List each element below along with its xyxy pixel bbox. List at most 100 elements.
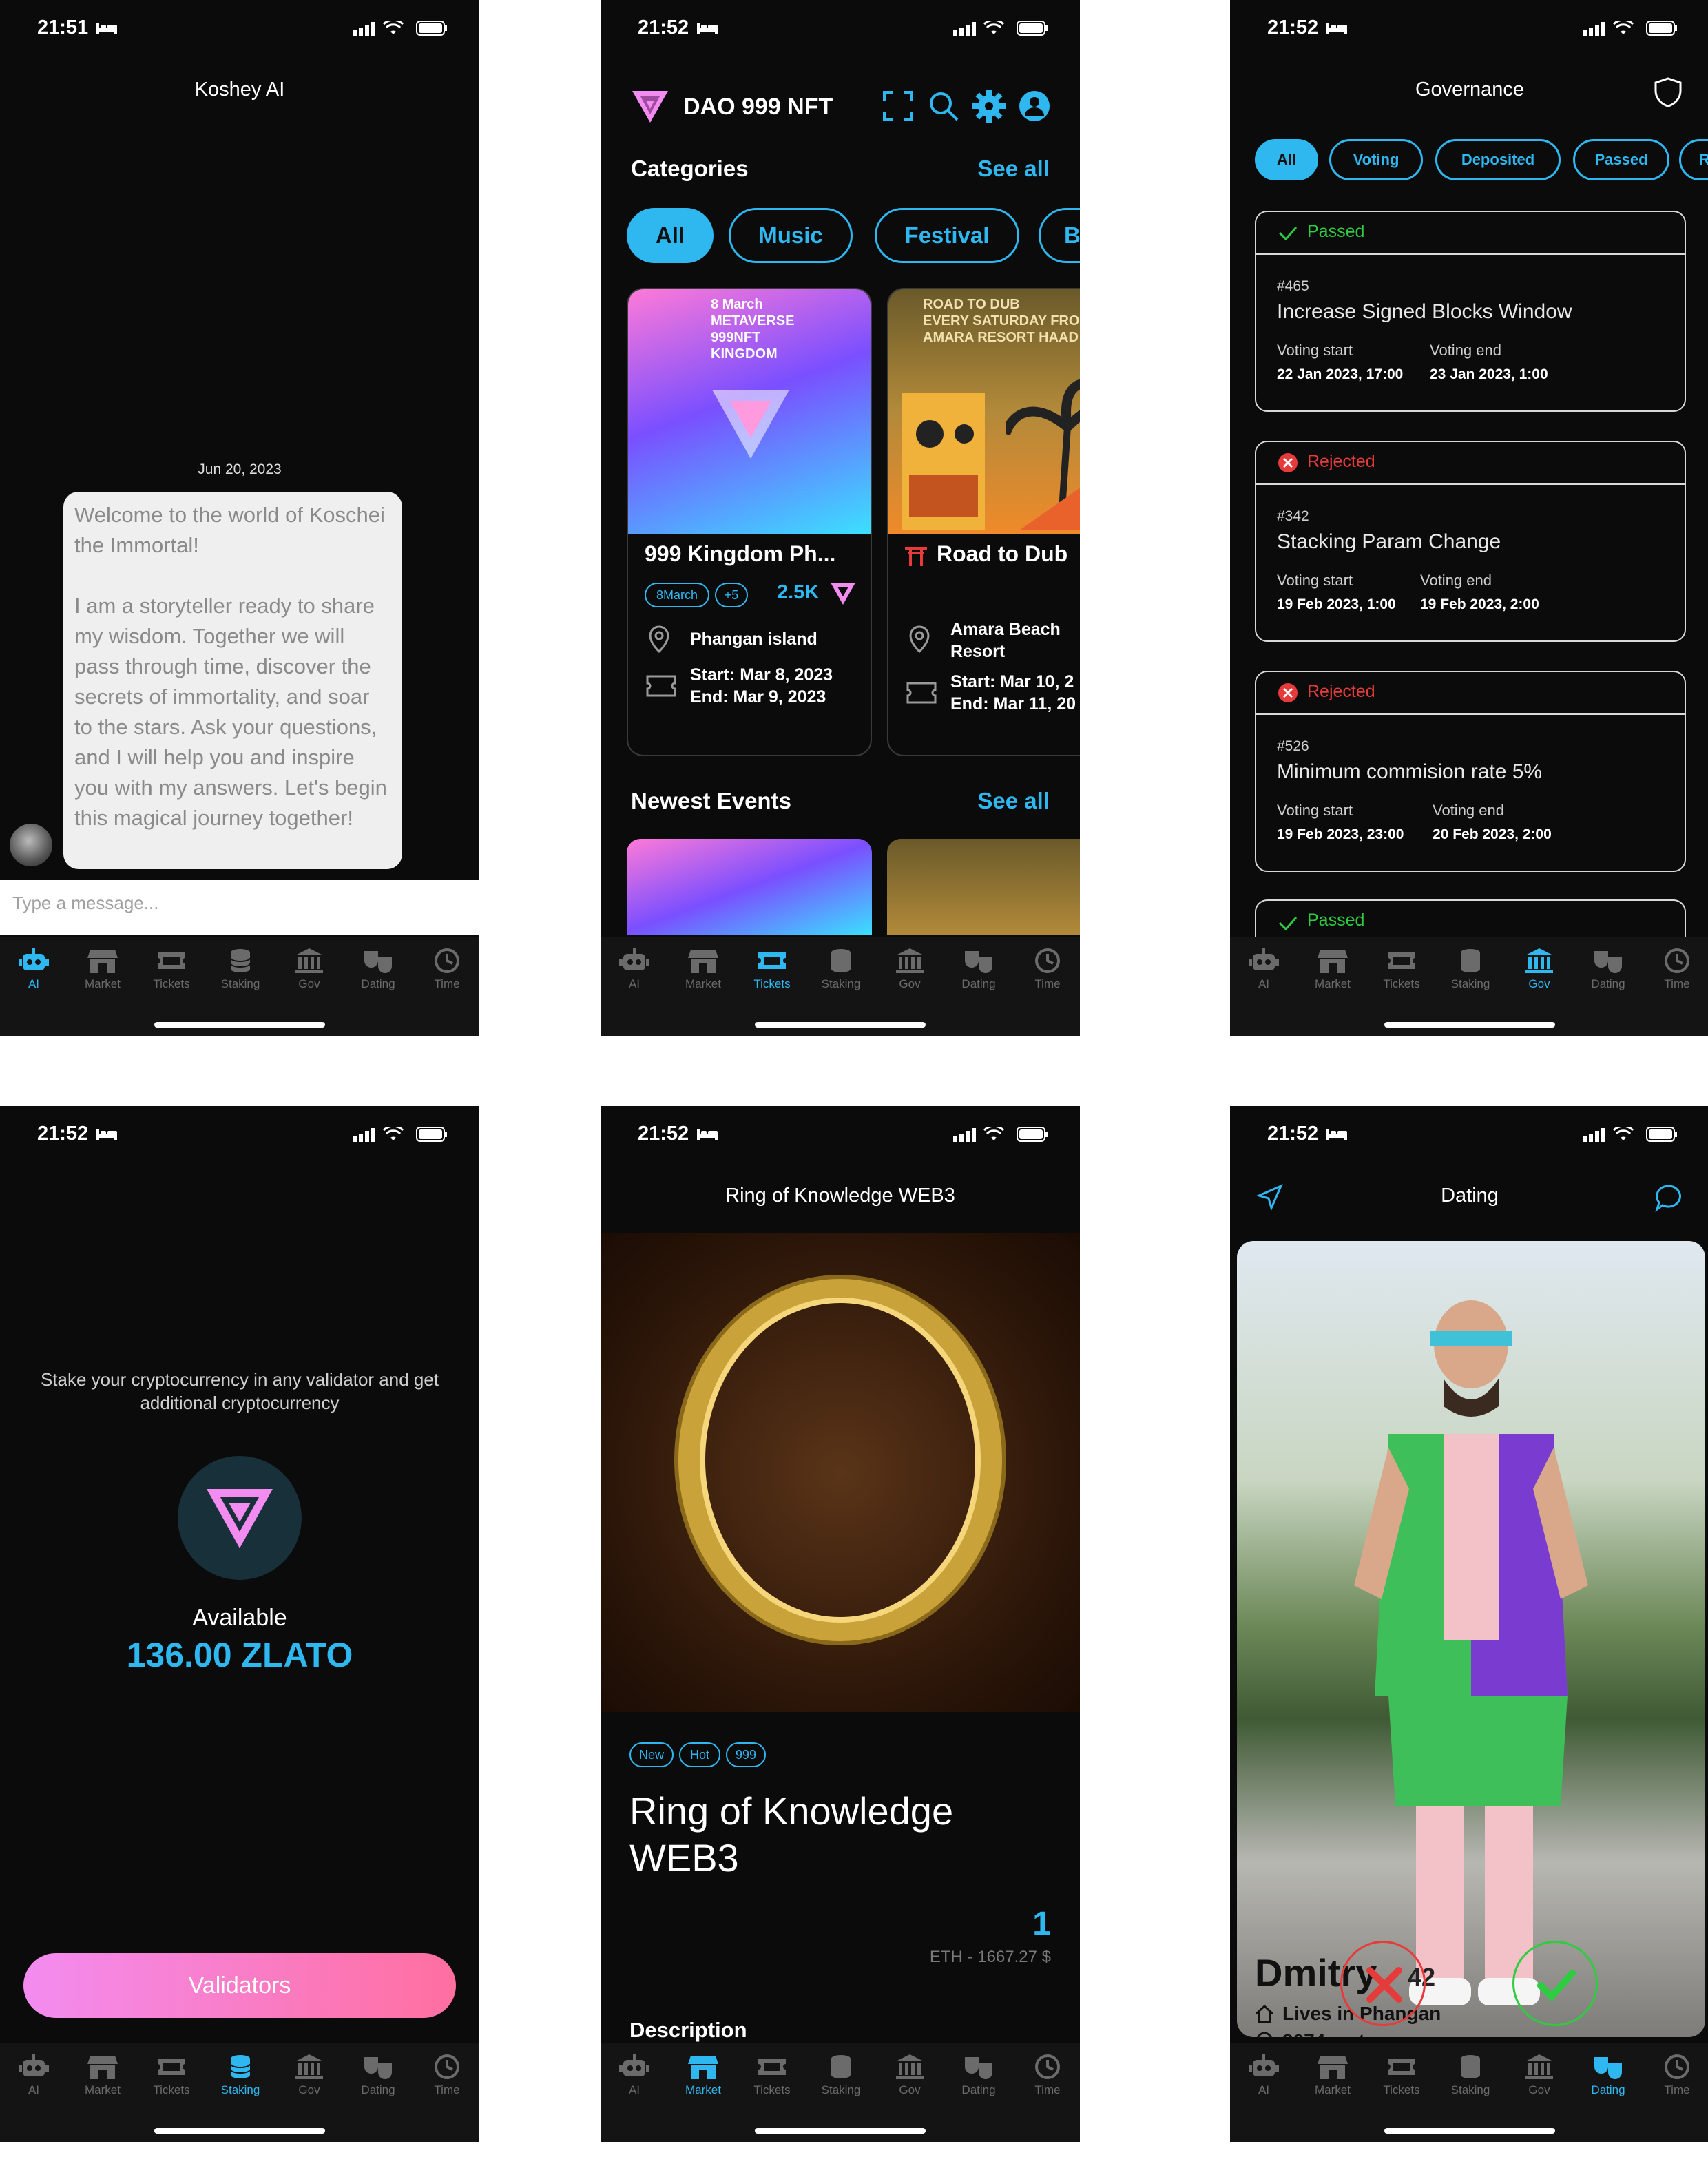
tab-gov[interactable]: Gov <box>278 2053 340 2097</box>
scan-icon[interactable] <box>882 90 915 123</box>
categories-see-all[interactable]: See all <box>977 156 1050 182</box>
tab-ai[interactable]: AI <box>3 2053 65 2097</box>
profile-photo[interactable]: Dmitry 42 Lives in Phangan 3074 meters a… <box>1237 1241 1705 2037</box>
location-pin-icon <box>1257 2032 1272 2037</box>
search-icon[interactable] <box>927 90 960 123</box>
proposal-status: Rejected <box>1307 682 1375 701</box>
sleep-mode-icon <box>96 23 117 34</box>
poster-text: ROAD TO DUB EVERY SATURDAY FROM 17 AMARA… <box>923 297 1080 345</box>
tab-market[interactable]: Market <box>672 2053 734 2097</box>
proposal-card[interactable]: Passed <box>1255 899 1686 941</box>
proposal-card[interactable]: Rejected #526 Minimum commision rate 5% … <box>1255 671 1686 872</box>
proposal-card[interactable]: Rejected #342 Stacking Param Change Voti… <box>1255 441 1686 642</box>
tab-tickets[interactable]: Tickets <box>140 2053 202 2097</box>
category-chip[interactable]: Music <box>729 208 853 263</box>
ticket-icon <box>758 2059 786 2075</box>
newest-event-poster[interactable] <box>627 839 872 935</box>
tab-staking[interactable]: Staking <box>810 2053 872 2097</box>
tab-staking[interactable]: Staking <box>1439 947 1501 991</box>
newest-event-poster[interactable] <box>887 839 1080 935</box>
tab-time[interactable]: Time <box>1017 947 1079 991</box>
tab-time[interactable]: Time <box>416 2053 478 2097</box>
tab-staking[interactable]: Staking <box>810 947 872 991</box>
tab-bar: AI Market Tickets Staking Gov Dating Tim… <box>1230 937 1708 1036</box>
tab-tickets[interactable]: Tickets <box>140 947 202 991</box>
tab-dating[interactable]: Dating <box>347 2053 409 2097</box>
like-button[interactable] <box>1512 1941 1598 2026</box>
filter-chip[interactable]: All <box>1255 139 1318 180</box>
profile-icon[interactable] <box>1018 90 1051 123</box>
tab-dating[interactable]: Dating <box>1577 947 1639 991</box>
tab-ai[interactable]: AI <box>3 947 65 991</box>
tab-tickets[interactable]: Tickets <box>1371 2053 1433 2097</box>
tab-gov[interactable]: Gov <box>879 2053 941 2097</box>
tab-market[interactable]: Market <box>1302 2053 1364 2097</box>
tab-staking[interactable]: Staking <box>209 2053 271 2097</box>
newest-see-all[interactable]: See all <box>977 788 1050 814</box>
sleep-mode-icon <box>697 23 718 34</box>
category-chip[interactable]: All <box>627 208 714 263</box>
tab-market[interactable]: Market <box>672 947 734 991</box>
tab-label: Market <box>85 977 121 990</box>
event-location: Amara Beach Resort <box>950 620 1061 661</box>
tab-tickets[interactable]: Tickets <box>741 947 803 991</box>
tab-time[interactable]: Time <box>1646 947 1708 991</box>
close-icon <box>1366 1967 1402 2003</box>
tab-ai[interactable]: AI <box>1233 2053 1295 2097</box>
tab-gov[interactable]: Gov <box>278 947 340 991</box>
bank-icon <box>1525 2054 1553 2079</box>
tab-label: Dating <box>1591 977 1625 990</box>
chat-bubble-icon[interactable] <box>1654 1183 1683 1212</box>
voting-end-label: Voting end <box>1430 342 1501 359</box>
wifi-icon <box>983 1127 1004 1140</box>
tab-label: AI <box>628 2083 640 2096</box>
tab-staking[interactable]: Staking <box>1439 2053 1501 2097</box>
tab-label: Tickets <box>153 2083 190 2096</box>
message-input[interactable]: Type a message... <box>0 880 479 935</box>
person-photo-icon <box>1354 1300 1588 2005</box>
tab-tickets[interactable]: Tickets <box>1371 947 1433 991</box>
tab-time[interactable]: Time <box>1017 2053 1079 2097</box>
tab-label: Market <box>1315 977 1351 990</box>
tab-market[interactable]: Market <box>72 947 134 991</box>
event-card[interactable]: 8 March METAVERSE 999NFT KINGDOM 999 Kin… <box>627 288 872 756</box>
dislike-button[interactable] <box>1340 1941 1426 2026</box>
robot-icon <box>619 2054 649 2076</box>
category-chip[interactable]: B <box>1039 208 1080 263</box>
tab-dating[interactable]: Dating <box>948 2053 1010 2097</box>
tab-ai[interactable]: AI <box>1233 947 1295 991</box>
filter-chip[interactable]: R <box>1679 139 1708 180</box>
tab-gov[interactable]: Gov <box>1508 2053 1570 2097</box>
clock-icon <box>435 2054 459 2079</box>
screen-market: 21:52 Ring of Knowledge WEB3 New Hot 999… <box>601 1106 1080 2142</box>
page-title: Governance <box>1415 79 1524 101</box>
tab-market[interactable]: Market <box>1302 947 1364 991</box>
filter-chip[interactable]: Passed <box>1573 139 1669 180</box>
tab-ai[interactable]: AI <box>603 2053 665 2097</box>
validators-button[interactable]: Validators <box>23 1953 456 2018</box>
tab-tickets[interactable]: Tickets <box>741 2053 803 2097</box>
tab-time[interactable]: Time <box>416 947 478 991</box>
tab-market[interactable]: Market <box>72 2053 134 2097</box>
tab-gov[interactable]: Gov <box>879 947 941 991</box>
gear-icon[interactable] <box>972 90 1006 123</box>
tab-time[interactable]: Time <box>1646 2053 1708 2097</box>
bank-icon <box>295 2054 323 2079</box>
tab-dating[interactable]: Dating <box>347 947 409 991</box>
filter-chip[interactable]: Voting <box>1329 139 1423 180</box>
event-card[interactable]: ROAD TO DUB EVERY SATURDAY FROM 17 AMARA… <box>887 288 1080 756</box>
tab-staking[interactable]: Staking <box>209 947 271 991</box>
ticket-icon <box>1388 952 1415 969</box>
tab-ai[interactable]: AI <box>603 947 665 991</box>
tab-dating[interactable]: Dating <box>948 947 1010 991</box>
tab-gov[interactable]: Gov <box>1508 947 1570 991</box>
tab-dating[interactable]: Dating <box>1577 2053 1639 2097</box>
ticket-icon <box>158 2059 185 2075</box>
brand-name: DAO 999 NFT <box>683 94 833 120</box>
category-chip[interactable]: Festival <box>875 208 1019 263</box>
filter-chip[interactable]: Deposited <box>1435 139 1561 180</box>
signal-icon <box>353 22 375 36</box>
shield-icon[interactable] <box>1654 77 1682 107</box>
proposal-card[interactable]: Passed #465 Increase Signed Blocks Windo… <box>1255 211 1686 412</box>
ticket-date-icon <box>906 682 937 704</box>
